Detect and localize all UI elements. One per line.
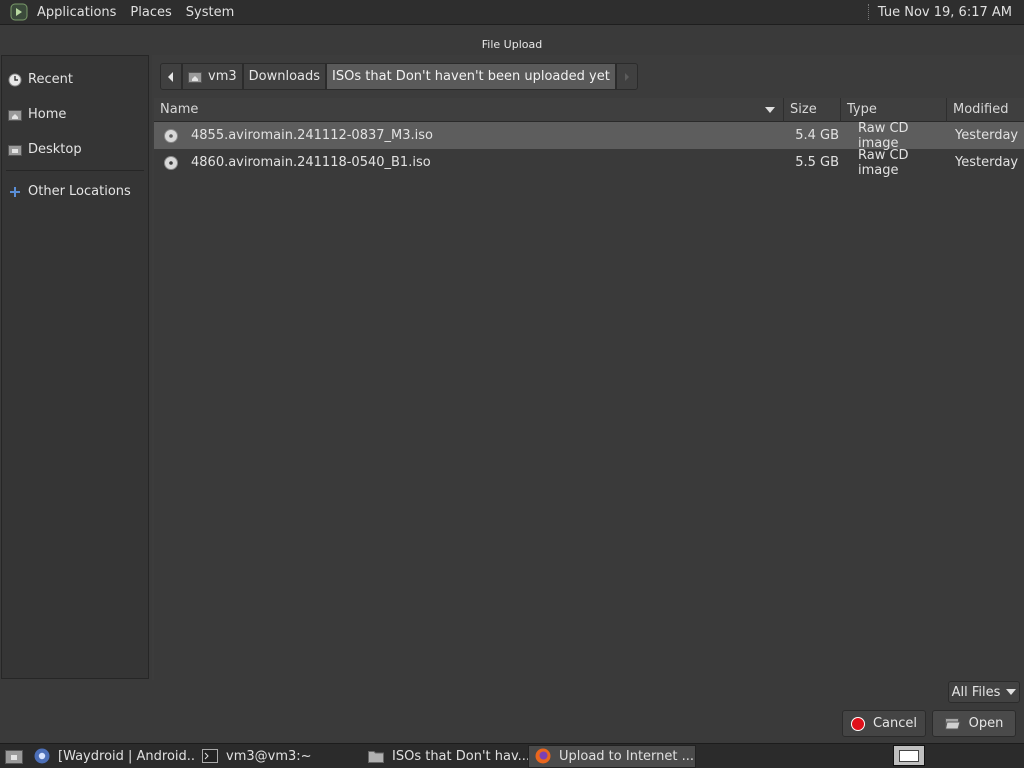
file-modified: Yesterday	[955, 128, 1019, 143]
chevron-left-icon	[168, 71, 173, 82]
plus-icon	[10, 186, 20, 197]
task-label: Upload to Internet ...	[559, 748, 695, 764]
chevron-down-icon	[1006, 689, 1017, 695]
file-name: 4855.aviromain.241112-0837_M3.iso	[191, 128, 433, 143]
places-sidebar: Recent Home Desktop Other Locations	[1, 55, 149, 679]
file-list: Name Size Type Modified 4855.aviromain.2…	[154, 97, 1024, 680]
panel-separator	[867, 4, 870, 20]
firefox-icon	[535, 748, 551, 764]
sidebar-item-label: Desktop	[28, 142, 82, 157]
sidebar-item-label: Other Locations	[28, 184, 131, 199]
sidebar-item-label: Recent	[28, 72, 73, 87]
sidebar-item-label: Home	[28, 107, 67, 122]
stop-icon	[850, 716, 865, 731]
chevron-right-icon	[624, 72, 629, 81]
column-label: Name	[160, 101, 199, 117]
file-filter-dropdown[interactable]: All Files	[948, 681, 1020, 703]
open-label: Open	[968, 716, 1004, 731]
top-panel: Applications Places System Tue Nov 19, 6…	[0, 0, 1024, 25]
places-menu[interactable]: Places	[123, 0, 178, 25]
workspace-switcher[interactable]	[893, 745, 925, 766]
table-row[interactable]: 4860.aviromain.241118-0540_B1.iso 5.5 GB…	[154, 147, 1024, 178]
sidebar-item-recent[interactable]: Recent	[2, 62, 148, 97]
cancel-button[interactable]: Cancel	[842, 710, 926, 737]
applications-logo-icon[interactable]	[10, 3, 28, 21]
open-button[interactable]: Open	[932, 710, 1016, 737]
clock[interactable]: Tue Nov 19, 6:17 AM	[878, 5, 1024, 20]
sort-descending-icon	[765, 106, 775, 113]
sidebar-divider	[6, 170, 144, 171]
pathbar-back-button[interactable]	[160, 63, 182, 90]
pathbar-crumb-vm3[interactable]: vm3	[182, 63, 243, 90]
file-type: Raw CD image	[858, 120, 909, 151]
column-header-size[interactable]: Size	[784, 97, 841, 122]
file-size: 5.4 GB	[795, 128, 839, 143]
clock-icon	[8, 73, 22, 86]
taskbar: [Waydroid | Android... vm3@vm3:~ ISOs th…	[0, 743, 1024, 768]
task-label: [Waydroid | Android...	[58, 748, 196, 764]
disc-image-icon	[164, 155, 178, 170]
show-desktop-icon	[5, 749, 23, 764]
dialog-title: File Upload	[481, 38, 543, 51]
home-folder-icon	[8, 109, 22, 121]
file-name-cell: 4855.aviromain.241112-0837_M3.iso	[154, 128, 784, 143]
sidebar-item-desktop[interactable]: Desktop	[2, 132, 148, 167]
file-type: Raw CD image	[858, 147, 909, 178]
table-row[interactable]: 4855.aviromain.241112-0837_M3.iso 5.4 GB…	[154, 120, 1024, 151]
crumb-label: Downloads	[248, 69, 321, 84]
folder-icon	[368, 750, 384, 763]
column-header-modified[interactable]: Modified	[947, 98, 1024, 122]
workspace-thumbnail	[899, 749, 919, 762]
crumb-label: ISOs that Don't haven't been uploaded ye…	[332, 69, 610, 84]
system-menu[interactable]: System	[179, 0, 241, 25]
home-folder-icon	[188, 71, 202, 83]
taskbar-item-file-manager[interactable]: ISOs that Don't hav...	[362, 745, 528, 768]
file-size: 5.5 GB	[795, 155, 839, 170]
disc-image-icon	[164, 128, 178, 143]
applications-menu[interactable]: Applications	[30, 0, 123, 25]
desktop-folder-icon	[8, 144, 22, 156]
open-folder-icon	[944, 718, 961, 730]
pathbar-forward-button[interactable]	[615, 63, 638, 90]
show-desktop-button[interactable]	[0, 744, 28, 768]
file-name: 4860.aviromain.241118-0540_B1.iso	[191, 155, 431, 170]
pathbar-crumb-current[interactable]: ISOs that Don't haven't been uploaded ye…	[326, 63, 616, 90]
column-header-row: Name Size Type Modified	[154, 97, 1024, 122]
sidebar-item-other-locations[interactable]: Other Locations	[2, 174, 148, 209]
file-name-cell: 4860.aviromain.241118-0540_B1.iso	[154, 155, 784, 170]
column-header-name[interactable]: Name	[154, 97, 784, 122]
task-label: vm3@vm3:~	[226, 748, 312, 764]
file-browser-pane: vm3 Downloads ISOs that Don't haven't be…	[152, 55, 1024, 680]
chromium-icon	[34, 748, 50, 764]
crumb-label: vm3	[208, 69, 237, 84]
sidebar-item-home[interactable]: Home	[2, 97, 148, 132]
taskbar-item-terminal[interactable]: vm3@vm3:~	[196, 745, 362, 768]
taskbar-item-firefox[interactable]: Upload to Internet ...	[528, 744, 696, 768]
cancel-label: Cancel	[872, 716, 918, 731]
task-label: ISOs that Don't hav...	[392, 748, 528, 764]
pathbar-crumb-downloads[interactable]: Downloads	[242, 63, 327, 90]
taskbar-item-waydroid[interactable]: [Waydroid | Android...	[28, 745, 196, 768]
pathbar: vm3 Downloads ISOs that Don't haven't be…	[160, 63, 638, 90]
filter-label: All Files	[951, 684, 1001, 700]
column-header-type[interactable]: Type	[841, 97, 947, 122]
terminal-icon	[202, 749, 218, 763]
file-modified: Yesterday	[955, 155, 1019, 170]
